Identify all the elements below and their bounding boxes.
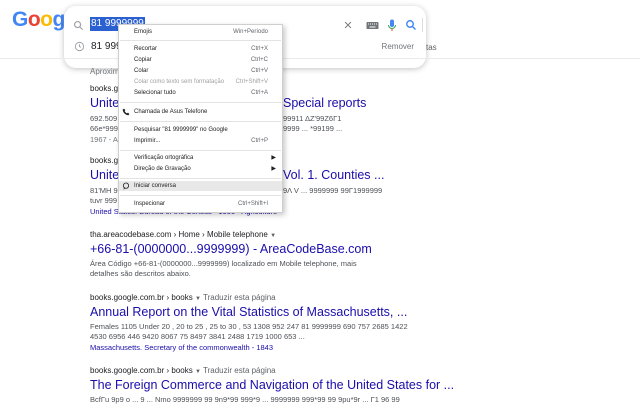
menu-item-shortcut: Ctrl+C	[250, 57, 268, 63]
mic-icon[interactable]	[384, 17, 400, 33]
menu-item-print[interactable]: Imprimir... Ctrl+P	[119, 136, 282, 146]
menu-separator	[120, 150, 281, 151]
result-snippet: BcfΓu 9p9 o ... 9 ... Nmo 9999999 99 9n9…	[90, 395, 400, 404]
result-url[interactable]: tha.areacodebase.com › Home › Mobile tel…	[90, 230, 268, 239]
result-title-tail[interactable]: Vol. 1. Counties ...	[283, 168, 384, 182]
phone-icon	[122, 108, 130, 116]
menu-item-shortcut: Ctrl+Shift+V	[235, 79, 268, 85]
menu-item-label: Chamada de Asus Telefone	[134, 109, 208, 115]
menu-item-label: Pesquisar "81 9999999" no Google	[134, 127, 228, 133]
menu-separator	[120, 40, 281, 41]
result-snippet-tail: 9999 ... *99199 ...	[283, 124, 343, 133]
menu-item-label: Selecionar tudo	[134, 90, 176, 96]
chat-icon	[122, 182, 130, 190]
menu-item-label: Colar como texto sem formatação	[134, 79, 225, 85]
menu-item-inspect[interactable]: Inspecionar Ctrl+Shift+I	[119, 199, 282, 209]
chevron-down-icon[interactable]: ▼	[195, 369, 201, 375]
search-divider	[422, 18, 423, 32]
menu-item-cut[interactable]: Recortar Ctrl+X	[119, 44, 282, 54]
menu-item-paste[interactable]: Colar Ctrl+V	[119, 66, 282, 76]
translate-link[interactable]: Traduzir esta página	[203, 366, 276, 375]
menu-item-shortcut: Ctrl+P	[251, 138, 268, 144]
header-divider	[0, 58, 640, 59]
menu-item-label: Iniciar conversa	[134, 183, 177, 189]
search-submit-icon[interactable]	[403, 17, 419, 33]
menu-item-shortcut: Ctrl+X	[251, 46, 268, 52]
menu-item-label: Copiar	[134, 57, 152, 63]
menu-item-shortcut: Ctrl+A	[251, 90, 268, 96]
chevron-right-icon: ▶	[271, 166, 276, 172]
menu-item-label: Verificação ortográfica	[134, 155, 194, 161]
result-snippet: 81'MH 9	[90, 186, 118, 195]
menu-separator	[120, 195, 281, 196]
result-title[interactable]: The Foreign Commerce and Navigation of t…	[90, 378, 454, 392]
result-stats: Aproxim	[90, 67, 120, 76]
history-icon	[74, 41, 85, 59]
context-menu: Emojis Win+Período Recortar Ctrl+X Copia…	[118, 24, 283, 213]
result-url[interactable]: books.google.com.br › books	[90, 366, 193, 375]
menu-item-label: Inspecionar	[134, 201, 166, 207]
menu-item-select-all[interactable]: Selecionar tudo Ctrl+A	[119, 88, 282, 98]
result-url[interactable]: books.google.com.br › books	[90, 293, 193, 302]
menu-separator	[120, 121, 281, 122]
menu-item-label: Direção de Gravação	[134, 166, 191, 172]
clear-icon[interactable]	[340, 17, 356, 33]
keyboard-icon[interactable]	[364, 17, 380, 33]
result-snippet: 692.509	[90, 114, 118, 123]
search-result: books.google.com.br › books ▼ Traduzir e…	[90, 366, 454, 405]
menu-item-label: Recortar	[134, 46, 158, 52]
remove-suggestion-link[interactable]: Remover	[382, 38, 414, 56]
menu-item-shortcut: Win+Período	[233, 29, 268, 35]
logo-letter: o	[27, 8, 41, 31]
result-snippet-tail: 99911 ΔZ'99Z6Γ1	[283, 114, 342, 123]
menu-item-writing-direction[interactable]: Direção de Gravação ▶	[119, 164, 282, 174]
menu-item-call[interactable]: Chamada de Asus Telefone	[119, 107, 282, 117]
result-title[interactable]: Annual Report on the Vital Statistics of…	[90, 305, 407, 319]
result-snippet-tail: 9Λ V ... 9999999 99Γ1999999	[283, 186, 383, 195]
logo-letter: g	[52, 8, 66, 31]
menu-item-label: Colar	[134, 68, 149, 74]
chevron-down-icon[interactable]: ▼	[195, 296, 201, 302]
tab-label-fragment[interactable]: tas	[426, 43, 437, 52]
result-snippet: Females 1105 Under 20 , 20 to 25 , 25 to…	[90, 322, 408, 331]
menu-item-label: Emojis	[134, 29, 153, 35]
result-title[interactable]: +66-81-(0000000...9999999) - AreaCodeBas…	[90, 242, 390, 256]
search-result: tha.areacodebase.com › Home › Mobile tel…	[90, 230, 390, 279]
menu-item-copy[interactable]: Copiar Ctrl+C	[119, 55, 282, 65]
menu-item-paste-plain[interactable]: Colar como texto sem formatação Ctrl+Shi…	[119, 77, 282, 87]
search-icon	[70, 17, 86, 33]
menu-item-start-chat[interactable]: Iniciar conversa	[119, 181, 282, 191]
result-snippet: Área Código +66-81-(0000000...9999999) l…	[90, 259, 357, 278]
menu-item-label: Imprimir...	[134, 138, 161, 144]
menu-item-spellcheck[interactable]: Verificação ortográfica ▶	[119, 153, 282, 163]
menu-item-search-google[interactable]: Pesquisar "81 9999999" no Google	[119, 125, 282, 135]
logo-letter: o	[40, 8, 53, 31]
search-result: books.google.com.br › books ▼ Traduzir e…	[90, 293, 408, 352]
menu-separator	[120, 102, 281, 103]
result-snippet: 66e*999	[90, 124, 118, 133]
logo-letter: G	[12, 8, 28, 31]
translate-link[interactable]: Traduzir esta página	[203, 293, 276, 302]
result-title-tail[interactable]: Special reports	[283, 96, 366, 110]
result-snippet: 4530 6956 446 9420 8067 75 8497 3841 248…	[90, 332, 305, 341]
menu-item-shortcut: Ctrl+Shift+I	[237, 201, 268, 207]
chevron-down-icon[interactable]: ▼	[270, 233, 276, 239]
menu-item-emojis[interactable]: Emojis Win+Período	[119, 27, 282, 37]
chevron-right-icon: ▶	[271, 155, 276, 161]
menu-item-shortcut: Ctrl+V	[251, 68, 268, 74]
result-meta[interactable]: Massachusetts. Secretary of the commonwe…	[90, 343, 390, 352]
menu-separator	[120, 178, 281, 179]
